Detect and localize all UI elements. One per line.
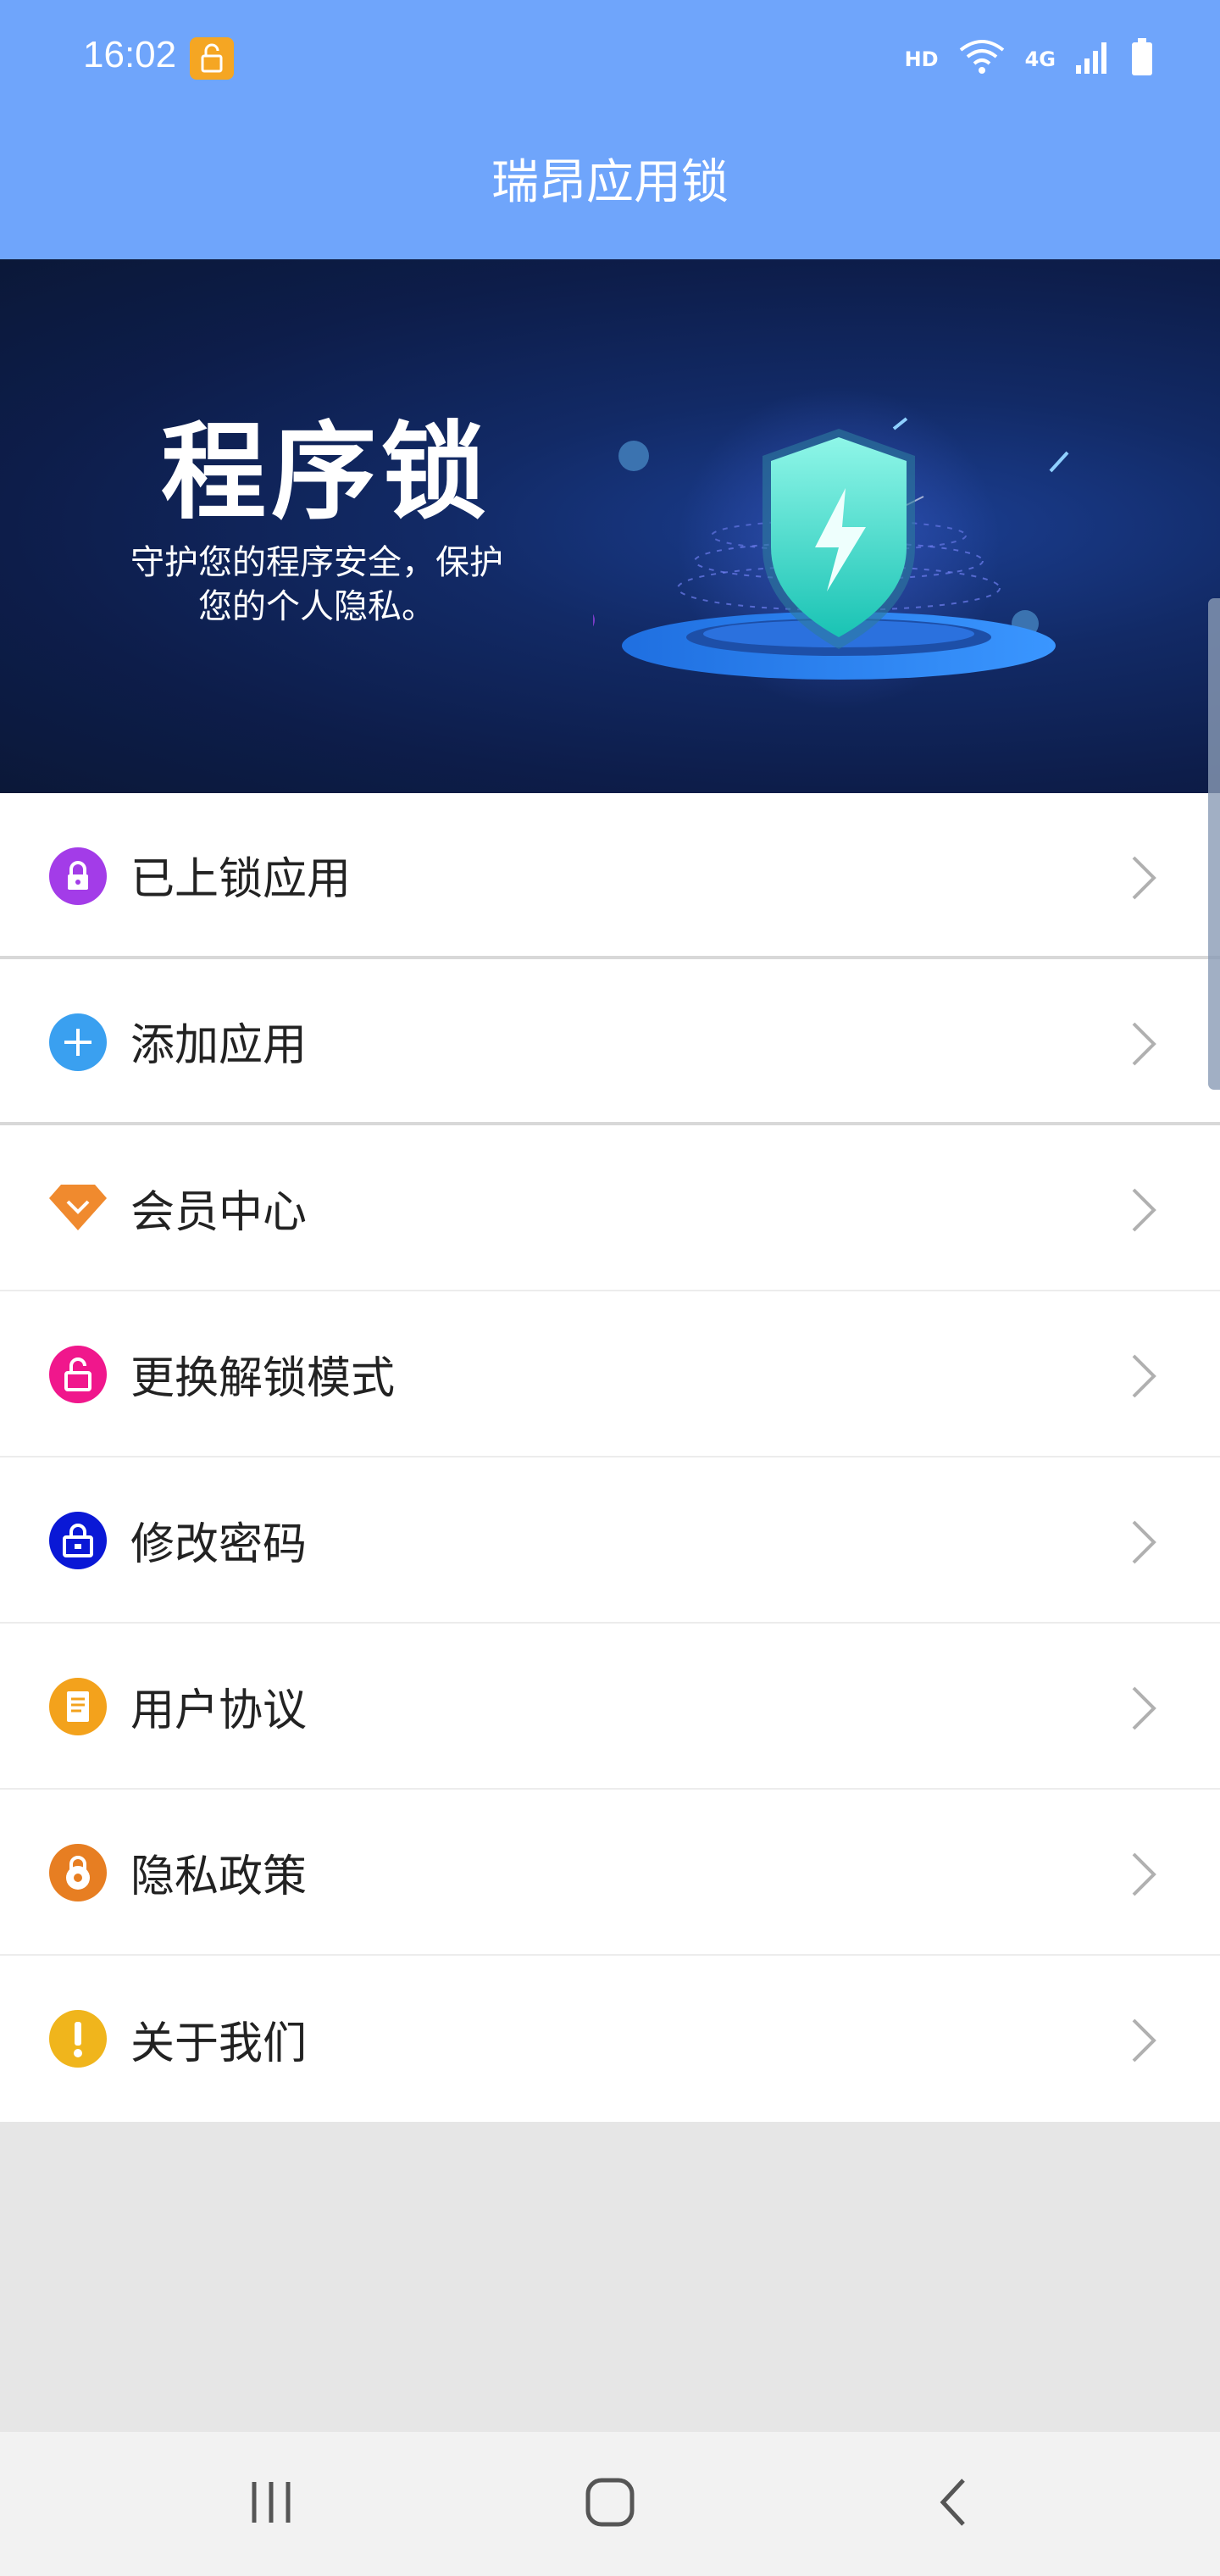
shield-illustration (593, 386, 1069, 708)
status-indicators: HD 4G (905, 37, 1154, 81)
app-header: 16:02 HD 4G 瑞昂应用锁 (0, 0, 1220, 259)
menu-item-label: 修改密码 (130, 1518, 308, 1570)
chevron-right-icon (1127, 1851, 1161, 1898)
menu-item-change-password[interactable]: 修改密码 (0, 1457, 1220, 1624)
menu-item-user-agreement[interactable]: 用户协议 (0, 1624, 1220, 1790)
chevron-right-icon (1127, 1685, 1161, 1732)
back-button[interactable] (915, 2466, 991, 2542)
diamond-icon (49, 1180, 107, 1237)
system-nav-bar (0, 2432, 1220, 2576)
exclamation-icon (49, 2010, 107, 2068)
banner-subtitle: 守护您的程序安全，保护 您的个人隐私。 (88, 541, 546, 629)
recents-icon (246, 2479, 297, 2529)
menu-item-label: 会员中心 (130, 1186, 308, 1238)
chevron-right-icon (1127, 1518, 1161, 1566)
home-icon (585, 2477, 635, 2531)
banner-subtitle-line2: 您的个人隐私。 (198, 587, 435, 626)
menu-item-label: 更换解锁模式 (130, 1352, 396, 1404)
menu-item-change-unlock-mode[interactable]: 更换解锁模式 (0, 1291, 1220, 1457)
banner-headline: 程序锁 (161, 412, 492, 534)
back-icon (936, 2477, 970, 2531)
password-lock-icon (49, 1512, 107, 1569)
signal-icon (1074, 40, 1112, 79)
menu-item-label: 关于我们 (130, 2018, 308, 2069)
privacy-lock-icon (49, 1844, 107, 1901)
battery-icon (1130, 38, 1154, 80)
chevron-right-icon (1127, 2017, 1161, 2064)
unlock-icon (49, 1346, 107, 1403)
network-type-indicator: 4G (1024, 47, 1056, 71)
banner-subtitle-line1: 守护您的程序安全，保护 (130, 543, 503, 582)
menu-item-member-center[interactable]: 会员中心 (0, 1125, 1220, 1291)
promo-banner: 程序锁 守护您的程序安全，保护 您的个人隐私。 (0, 259, 1220, 793)
menu-item-locked-apps[interactable]: 已上锁应用 (0, 793, 1220, 959)
hd-indicator: HD (904, 47, 939, 71)
menu-item-label: 添加应用 (130, 1019, 308, 1071)
status-time: 16:02 (83, 34, 177, 75)
chevron-right-icon (1127, 1020, 1161, 1068)
menu-item-privacy-policy[interactable]: 隐私政策 (0, 1790, 1220, 1956)
chevron-right-icon (1127, 1186, 1161, 1234)
menu-item-label: 用户协议 (130, 1685, 308, 1736)
menu-item-add-app[interactable]: 添加应用 (0, 959, 1220, 1125)
plus-icon (49, 1013, 107, 1071)
chevron-right-icon (1127, 854, 1161, 902)
menu-item-label: 已上锁应用 (130, 853, 352, 905)
menu-item-label: 隐私政策 (130, 1851, 308, 1902)
app-lock-notification-icon (190, 37, 234, 80)
status-bar: 16:02 HD 4G (0, 0, 1220, 119)
document-icon (49, 1678, 107, 1735)
scroll-indicator[interactable] (1208, 598, 1220, 1090)
lock-icon (49, 847, 107, 905)
page-title: 瑞昂应用锁 (491, 155, 729, 210)
chevron-right-icon (1127, 1352, 1161, 1400)
wifi-icon (957, 38, 1006, 80)
recents-button[interactable] (233, 2466, 309, 2542)
menu-list: 已上锁应用 添加应用 会员中心 更换解锁模式 修改密码 用户协议 隐私政策 关于… (0, 793, 1220, 2122)
menu-item-about-us[interactable]: 关于我们 (0, 1956, 1220, 2122)
home-button[interactable] (572, 2466, 648, 2542)
